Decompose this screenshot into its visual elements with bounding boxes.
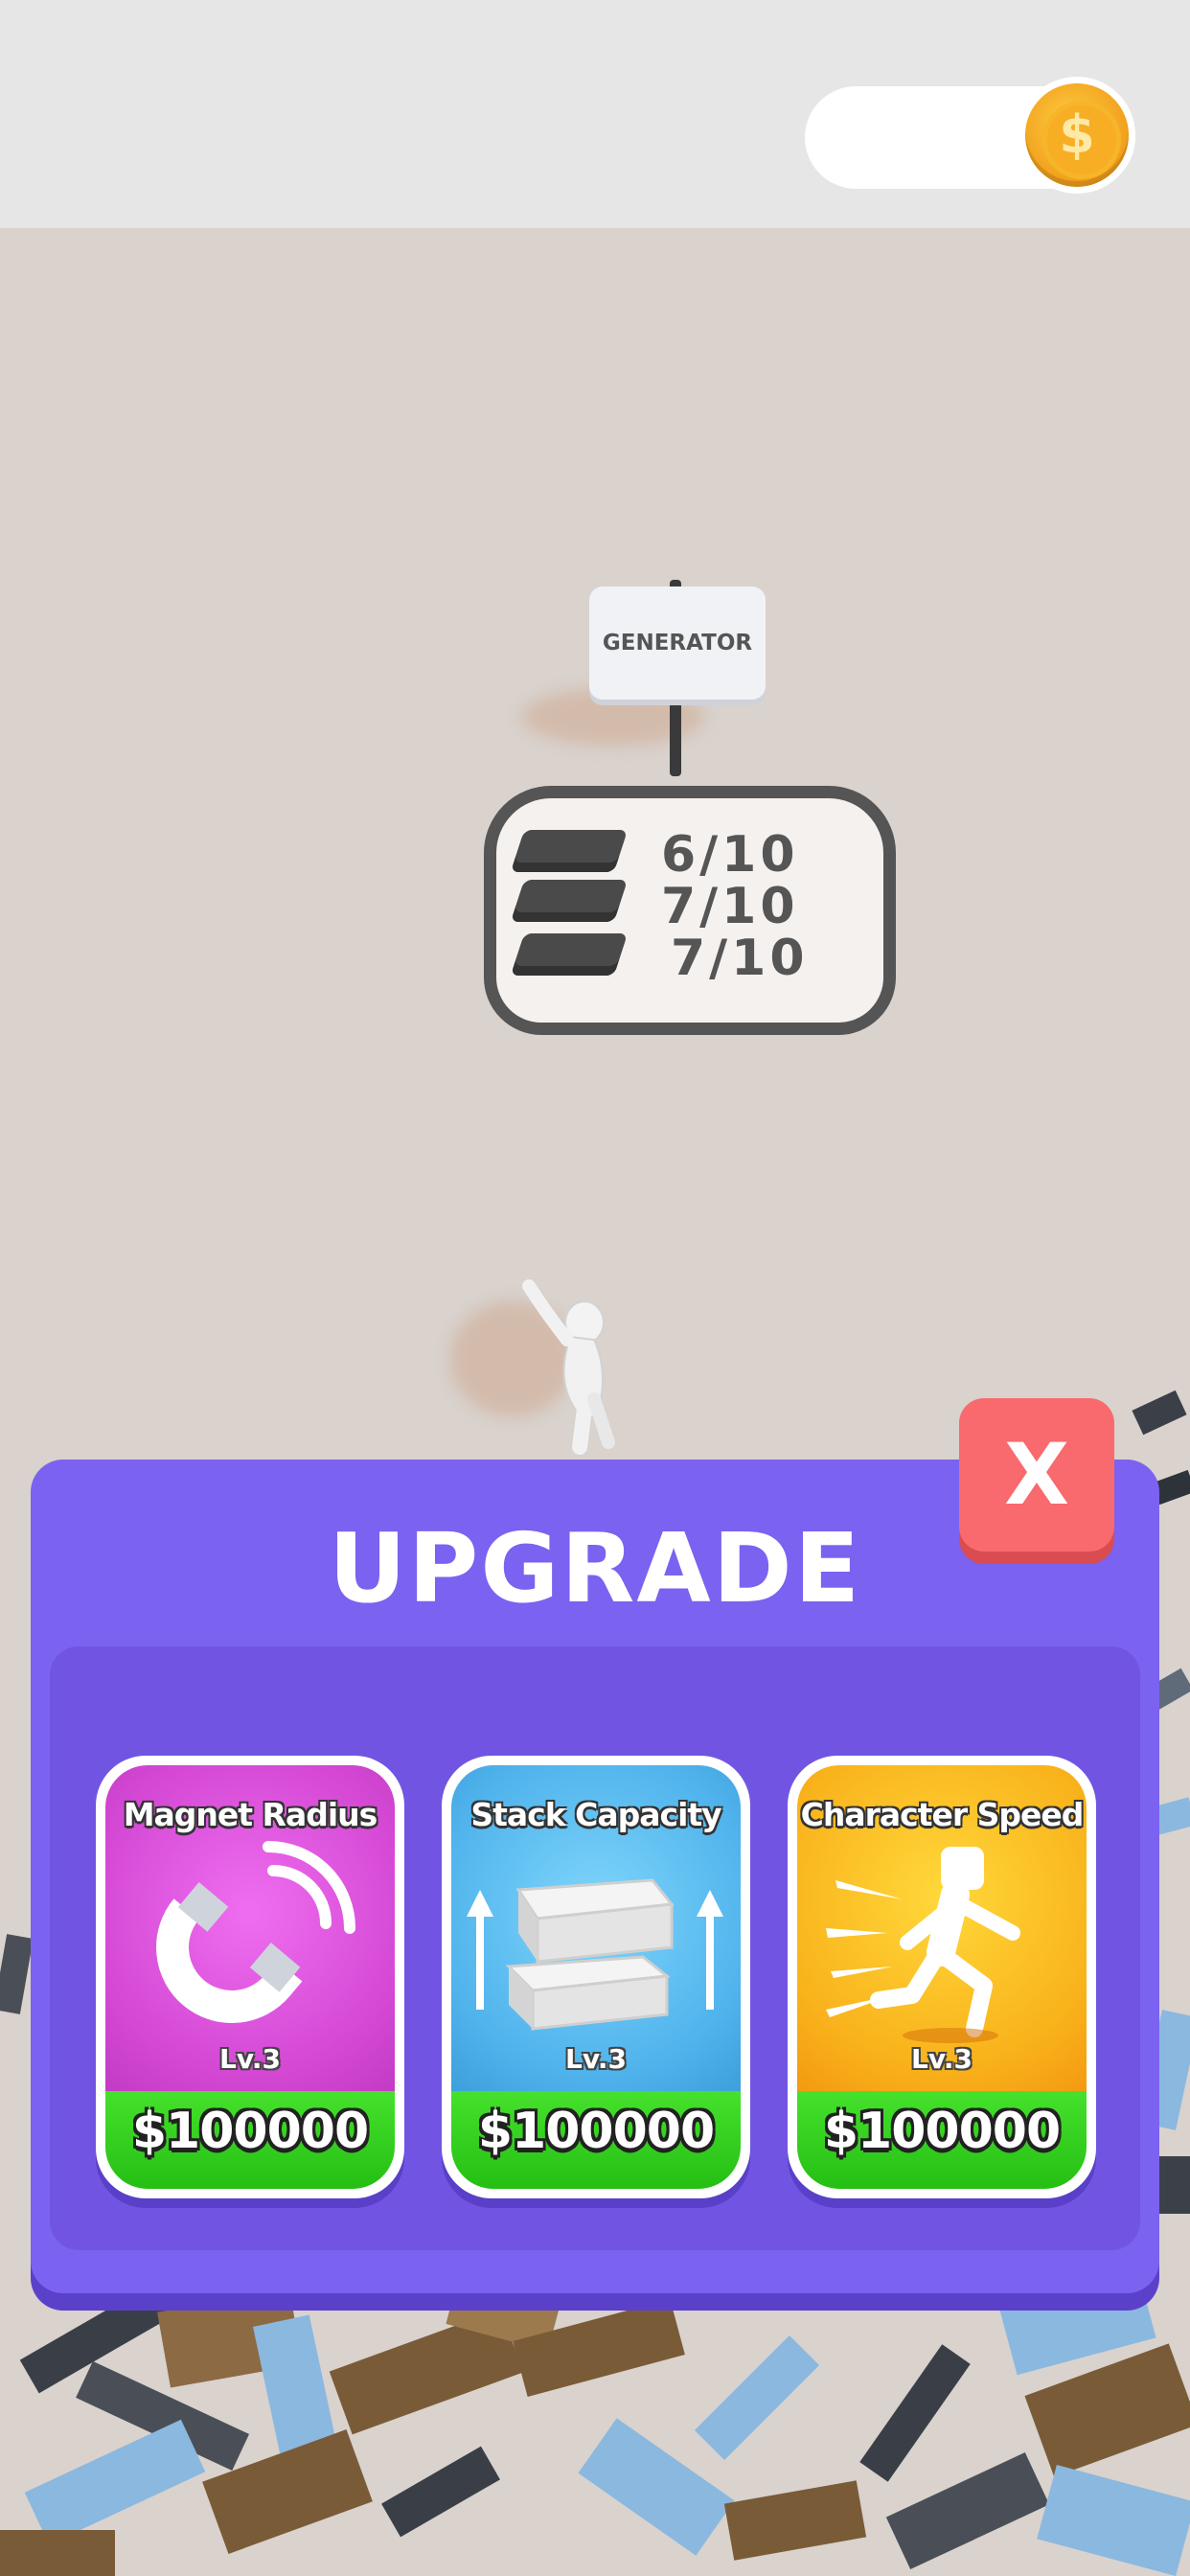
stack-count-3: 7/10 — [671, 930, 809, 987]
card-price: $100000 — [131, 2103, 369, 2160]
stack-count-1: 6/10 — [661, 826, 799, 884]
stack-icon — [510, 933, 629, 976]
card-price: $100000 — [823, 2103, 1061, 2160]
card-label: Magnet Radius — [123, 1796, 378, 1833]
upgrade-card-character-speed[interactable]: Character Speed Lv.3 $100000 — [788, 1756, 1096, 2198]
dollar-coin-icon: $ — [1018, 77, 1135, 194]
stack-count-2: 7/10 — [661, 878, 799, 935]
card-level: Lv.3 — [911, 2043, 973, 2075]
close-button[interactable]: X — [959, 1398, 1114, 1552]
player-character — [522, 1279, 615, 1455]
running-man-icon — [826, 1847, 1020, 2043]
stack-icon — [510, 880, 629, 922]
card-price: $100000 — [477, 2103, 715, 2160]
card-level: Lv.3 — [565, 2043, 627, 2075]
wood-stack-icon — [467, 1878, 723, 2031]
stack-icon — [510, 830, 629, 872]
upgrade-card-stack-capacity[interactable]: Stack Capacity Lv.3 $100000 — [442, 1756, 750, 2198]
card-label: Stack Capacity — [470, 1796, 721, 1833]
card-label: Character Speed — [800, 1796, 1085, 1833]
card-level: Lv.3 — [219, 2043, 281, 2075]
generator-sign: GENERATOR — [589, 586, 766, 700]
upgrade-card-magnet-radius[interactable]: Magnet Radius Lv.3 $100000 — [96, 1756, 404, 2198]
magnet-icon — [156, 1841, 355, 2023]
